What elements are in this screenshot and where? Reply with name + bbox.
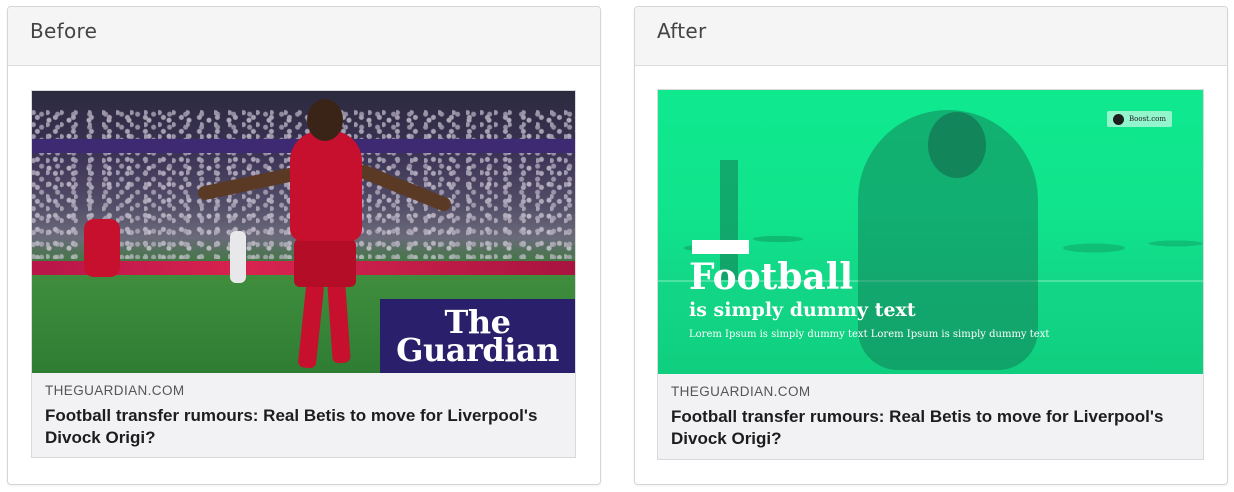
player-shirt [290, 131, 362, 241]
brand-text: Boost.com [1129, 115, 1166, 123]
after-panel: After Boost.com Football is simply dummy… [634, 6, 1228, 485]
guardian-logo: The Guardian [380, 299, 575, 373]
guardian-logo-line2: Guardian [396, 331, 559, 369]
overlay-body-text: Lorem Ipsum is simply dummy text Lorem I… [689, 329, 1050, 340]
before-panel: Before The Guardian THEGUARDIAN.COM Foot… [7, 6, 601, 485]
background-player [84, 219, 120, 277]
before-card-body: THEGUARDIAN.COM Football transfer rumour… [32, 373, 575, 459]
runner-head [928, 112, 986, 178]
before-panel-header: Before [8, 7, 600, 66]
overlay-title: Football [689, 256, 854, 298]
after-panel-header: After [635, 7, 1227, 66]
brand-badge: Boost.com [1107, 111, 1172, 127]
after-headline[interactable]: Football transfer rumours: Real Betis to… [671, 406, 1190, 450]
accent-bar [692, 240, 749, 254]
after-card-body: THEGUARDIAN.COM Football transfer rumour… [658, 374, 1203, 460]
overlay-subtitle: is simply dummy text [689, 299, 916, 321]
after-panel-title: After [657, 19, 707, 43]
background-player-2 [230, 231, 246, 283]
before-panel-title: Before [30, 19, 98, 43]
after-link-preview-card[interactable]: Boost.com Football is simply dummy text … [657, 89, 1204, 460]
player-shorts [294, 239, 356, 287]
before-source-domain: THEGUARDIAN.COM [45, 383, 185, 398]
football-icon [1113, 113, 1124, 125]
after-preview-image: Boost.com Football is simply dummy text … [658, 90, 1203, 374]
player-head [307, 99, 343, 141]
before-preview-image: The Guardian [32, 91, 575, 373]
before-headline[interactable]: Football transfer rumours: Real Betis to… [45, 405, 562, 449]
before-link-preview-card[interactable]: The Guardian THEGUARDIAN.COM Football tr… [31, 90, 576, 458]
after-source-domain: THEGUARDIAN.COM [671, 384, 811, 399]
